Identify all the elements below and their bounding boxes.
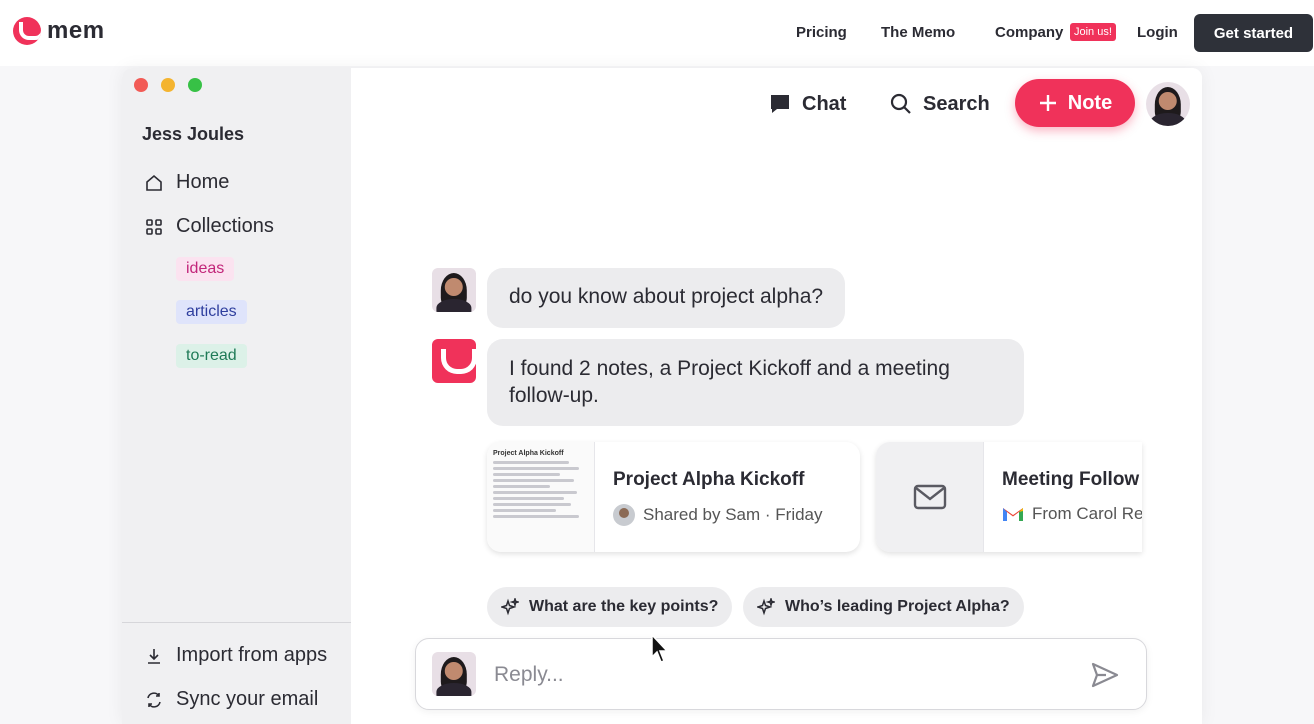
suggestion-key-points[interactable]: What are the key points? <box>487 587 733 627</box>
close-window-button[interactable] <box>134 78 148 92</box>
card-subtitle: Shared by Sam · Friday <box>613 504 823 526</box>
user-name[interactable]: Jess Joules <box>142 124 244 145</box>
card-subtitle-text: From Carol Ree <box>1032 504 1142 523</box>
tag-articles[interactable]: articles <box>176 300 247 324</box>
nav-link-the-memo[interactable]: The Memo <box>881 24 955 41</box>
mem-logo-icon <box>13 17 41 45</box>
note-card-meeting-follow-up[interactable]: Meeting Follow From Carol Ree <box>876 442 1142 552</box>
tag-ideas[interactable]: ideas <box>176 257 235 281</box>
bot-message-bubble: I found 2 notes, a Project Kickoff and a… <box>487 339 1024 426</box>
card-subtitle-text: Shared by Sam · Friday <box>643 505 823 524</box>
sparkle-icon <box>757 598 775 616</box>
reply-input[interactable] <box>494 661 1054 689</box>
sidebar-item-collections[interactable]: Collections <box>144 215 274 238</box>
chat-main: Chat Search Note do you know about proje… <box>351 68 1202 724</box>
sidebar-item-label: Sync your email <box>176 688 319 710</box>
logo-text: mem <box>47 17 105 44</box>
user-message-avatar <box>432 268 476 312</box>
sidebar-item-label: Import from apps <box>176 644 328 666</box>
search-icon <box>890 93 911 114</box>
mouse-cursor-icon <box>651 633 669 663</box>
new-note-button[interactable]: Note <box>1015 79 1135 127</box>
chat-icon <box>771 95 789 113</box>
home-icon <box>146 174 162 191</box>
user-message-bubble: do you know about project alpha? <box>487 268 846 328</box>
send-icon[interactable] <box>1090 661 1120 689</box>
note-card-project-alpha-kickoff[interactable]: Project Alpha Kickoff Project Alpha Kick… <box>487 442 860 552</box>
search-button[interactable]: Search <box>889 92 990 116</box>
sidebar-item-label: Collections <box>176 215 274 237</box>
card-title: Project Alpha Kickoff <box>613 469 805 490</box>
sparkle-icon <box>501 598 519 616</box>
mem-logo[interactable]: mem <box>13 17 105 45</box>
envelope-icon <box>913 484 946 510</box>
app-window: Jess Joules Home Collections ideas artic… <box>122 68 1202 724</box>
grid-icon <box>146 218 162 235</box>
user-avatar[interactable] <box>1146 82 1190 126</box>
email-thumbnail <box>876 442 984 552</box>
thumbnail-title: Project Alpha Kickoff <box>493 450 564 457</box>
sync-icon <box>147 691 161 708</box>
maximize-window-button[interactable] <box>188 78 202 92</box>
nav-link-pricing[interactable]: Pricing <box>796 24 847 41</box>
reply-avatar <box>432 652 476 696</box>
reply-box <box>415 638 1147 710</box>
sidebar-item-label: Home <box>176 171 230 193</box>
plus-icon <box>1039 95 1056 111</box>
sidebar-item-home[interactable]: Home <box>144 171 229 194</box>
download-icon <box>148 648 160 664</box>
suggestion-label: Who’s leading Project Alpha? <box>785 598 1010 615</box>
gmail-icon <box>1003 508 1023 521</box>
note-label: Note <box>1067 91 1113 114</box>
login-link[interactable]: Login <box>1137 24 1178 41</box>
sidebar-item-sync-email[interactable]: Sync your email <box>144 688 318 711</box>
suggestion-label: What are the key points? <box>529 598 719 615</box>
nav-link-company[interactable]: Company <box>995 24 1063 41</box>
sidebar: Jess Joules Home Collections ideas artic… <box>122 68 351 724</box>
sidebar-divider <box>122 622 351 623</box>
chat-button[interactable]: Chat <box>768 92 846 116</box>
sidebar-item-import[interactable]: Import from apps <box>144 644 327 667</box>
search-label: Search <box>923 92 990 115</box>
mem-bot-avatar-icon <box>432 339 476 383</box>
tag-to-read[interactable]: to-read <box>176 344 247 368</box>
site-nav: mem Pricing The Memo Company Join us! Lo… <box>0 0 1314 66</box>
card-subtitle: From Carol Ree <box>1002 504 1142 524</box>
suggestion-who-is-leading[interactable]: Who’s leading Project Alpha? <box>743 587 1024 627</box>
chat-label: Chat <box>802 92 847 115</box>
sam-avatar <box>613 504 635 526</box>
minimize-window-button[interactable] <box>161 78 175 92</box>
join-us-badge[interactable]: Join us! <box>1070 23 1116 41</box>
card-title: Meeting Follow <box>1002 469 1140 490</box>
note-thumbnail: Project Alpha Kickoff <box>487 442 595 552</box>
get-started-button[interactable]: Get started <box>1194 14 1313 52</box>
